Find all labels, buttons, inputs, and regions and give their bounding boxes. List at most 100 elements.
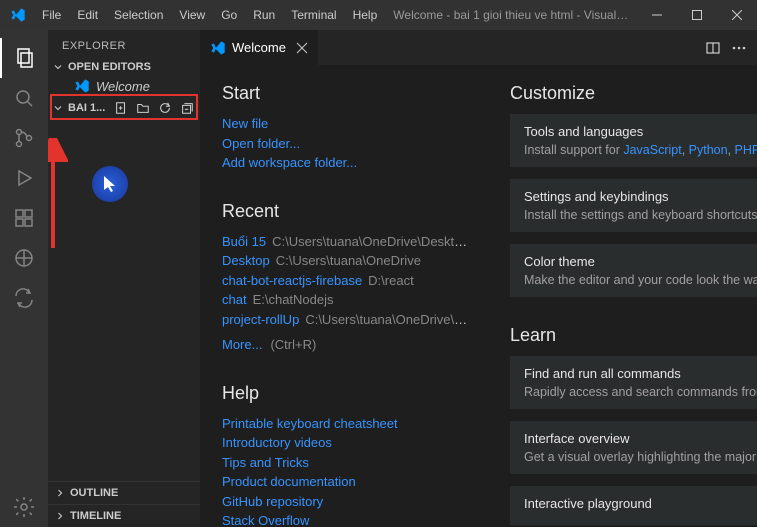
color-theme-card[interactable]: Color theme Make the editor and your cod… [510, 244, 757, 297]
close-icon[interactable] [296, 42, 308, 54]
new-folder-icon[interactable] [134, 99, 152, 117]
find-commands-card[interactable]: Find and run all commands Rapidly access… [510, 356, 757, 409]
recent-item[interactable]: project-rollUpC:\Users\tuana\OneDrive\De… [222, 310, 470, 330]
window-controls [637, 0, 757, 30]
tab-welcome[interactable]: Welcome [200, 30, 318, 65]
help-section: Help Printable keyboard cheatsheet Intro… [222, 383, 470, 527]
recent-item[interactable]: Buổi 15C:\Users\tuana\OneDrive\Desktop\k… [222, 232, 470, 252]
card-desc: Install support for JavaScript, Python, … [524, 143, 757, 157]
open-editors-header[interactable]: OPEN EDITORS [48, 58, 200, 76]
recent-item[interactable]: chat-bot-reactjs-firebaseD:\react [222, 271, 470, 291]
learn-section: Learn Find and run all commands Rapidly … [510, 325, 757, 525]
card-desc: Rapidly access and search commands from … [524, 385, 757, 399]
settings-gear-icon[interactable] [0, 487, 48, 527]
interface-overview-card[interactable]: Interface overview Get a visual overlay … [510, 421, 757, 474]
collapse-all-icon[interactable] [178, 99, 196, 117]
menu-terminal[interactable]: Terminal [283, 8, 344, 22]
open-editor-welcome[interactable]: Welcome [48, 76, 200, 96]
source-control-icon[interactable] [0, 118, 48, 158]
menu-bar: File Edit Selection View Go Run Terminal… [34, 8, 385, 22]
titlebar: File Edit Selection View Go Run Terminal… [0, 0, 757, 30]
tab-bar: Welcome [200, 30, 757, 65]
file-tree[interactable] [48, 120, 200, 481]
settings-keybindings-card[interactable]: Settings and keybindings Install the set… [510, 179, 757, 232]
chevron-right-icon [54, 487, 66, 499]
outline-label: OUTLINE [70, 487, 118, 499]
customize-section: Customize Tools and languages Install su… [510, 83, 757, 297]
tools-languages-card[interactable]: Tools and languages Install support for … [510, 114, 757, 167]
menu-go[interactable]: Go [213, 8, 245, 22]
editor-area: Welcome Start New file Open folder... Ad… [200, 30, 757, 527]
folder-header[interactable]: BAI 1... [48, 96, 200, 120]
chevron-down-icon [52, 102, 64, 114]
window-title: Welcome - bai 1 gioi thieu ve html - Vis… [385, 8, 637, 22]
new-file-link[interactable]: New file [222, 114, 470, 134]
vscode-file-icon [74, 78, 90, 94]
card-title: Find and run all commands [524, 366, 757, 381]
card-desc: Make the editor and your code look the w… [524, 273, 757, 287]
run-debug-icon[interactable] [0, 158, 48, 198]
open-editors-label: OPEN EDITORS [68, 61, 151, 73]
recent-heading: Recent [222, 201, 470, 222]
card-title: Color theme [524, 254, 757, 269]
menu-file[interactable]: File [34, 8, 69, 22]
lang-link[interactable]: PHP [735, 143, 757, 157]
open-editor-label: Welcome [96, 79, 150, 94]
start-section: Start New file Open folder... Add worksp… [222, 83, 470, 173]
close-button[interactable] [717, 0, 757, 30]
chevron-right-icon [54, 510, 66, 522]
recent-section: Recent Buổi 15C:\Users\tuana\OneDrive\De… [222, 201, 470, 355]
open-folder-link[interactable]: Open folder... [222, 134, 470, 154]
chevron-down-icon [52, 61, 64, 73]
welcome-page: Start New file Open folder... Add worksp… [200, 65, 757, 527]
interactive-playground-card[interactable]: Interactive playground [510, 486, 757, 525]
menu-selection[interactable]: Selection [106, 8, 171, 22]
customize-heading: Customize [510, 83, 757, 104]
card-title: Interface overview [524, 431, 757, 446]
help-link[interactable]: Stack Overflow [222, 511, 470, 527]
activity-bar [0, 30, 48, 527]
remote-icon[interactable] [0, 238, 48, 278]
refresh-icon[interactable] [156, 99, 174, 117]
help-link[interactable]: Printable keyboard cheatsheet [222, 414, 470, 434]
explorer-title: EXPLORER [48, 30, 200, 58]
add-workspace-link[interactable]: Add workspace folder... [222, 153, 470, 173]
explorer-icon[interactable] [0, 38, 48, 78]
more-actions-icon[interactable] [731, 40, 747, 56]
vscode-file-icon [210, 40, 226, 56]
menu-edit[interactable]: Edit [69, 8, 106, 22]
help-link[interactable]: Product documentation [222, 472, 470, 492]
outline-header[interactable]: OUTLINE [48, 481, 200, 504]
menu-run[interactable]: Run [245, 8, 283, 22]
extensions-icon[interactable] [0, 198, 48, 238]
split-editor-icon[interactable] [705, 40, 721, 56]
recent-item[interactable]: DesktopC:\Users\tuana\OneDrive [222, 251, 470, 271]
menu-help[interactable]: Help [345, 8, 386, 22]
card-title: Interactive playground [524, 496, 757, 511]
cursor-icon [104, 176, 116, 192]
lang-link[interactable]: Python [689, 143, 728, 157]
more-link[interactable]: More... [222, 337, 262, 352]
help-link[interactable]: Introductory videos [222, 433, 470, 453]
help-link[interactable]: GitHub repository [222, 492, 470, 512]
card-desc: Get a visual overlay highlighting the ma… [524, 450, 757, 464]
menu-view[interactable]: View [171, 8, 213, 22]
new-file-icon[interactable] [112, 99, 130, 117]
tab-label: Welcome [232, 40, 286, 55]
recent-item[interactable]: chatE:\chatNodejs [222, 290, 470, 310]
learn-heading: Learn [510, 325, 757, 346]
minimize-button[interactable] [637, 0, 677, 30]
help-heading: Help [222, 383, 470, 404]
annotation-arrow [48, 138, 68, 258]
start-heading: Start [222, 83, 470, 104]
timeline-header[interactable]: TIMELINE [48, 504, 200, 527]
maximize-button[interactable] [677, 0, 717, 30]
more-hint: (Ctrl+R) [270, 337, 316, 352]
recent-more: More... (Ctrl+R) [222, 335, 470, 355]
lang-link[interactable]: JavaScript [623, 143, 681, 157]
explorer-sidebar: EXPLORER OPEN EDITORS Welcome BAI 1... [48, 30, 200, 527]
help-link[interactable]: Tips and Tricks [222, 453, 470, 473]
card-title: Tools and languages [524, 124, 757, 139]
search-icon[interactable] [0, 78, 48, 118]
sync-icon[interactable] [0, 278, 48, 318]
